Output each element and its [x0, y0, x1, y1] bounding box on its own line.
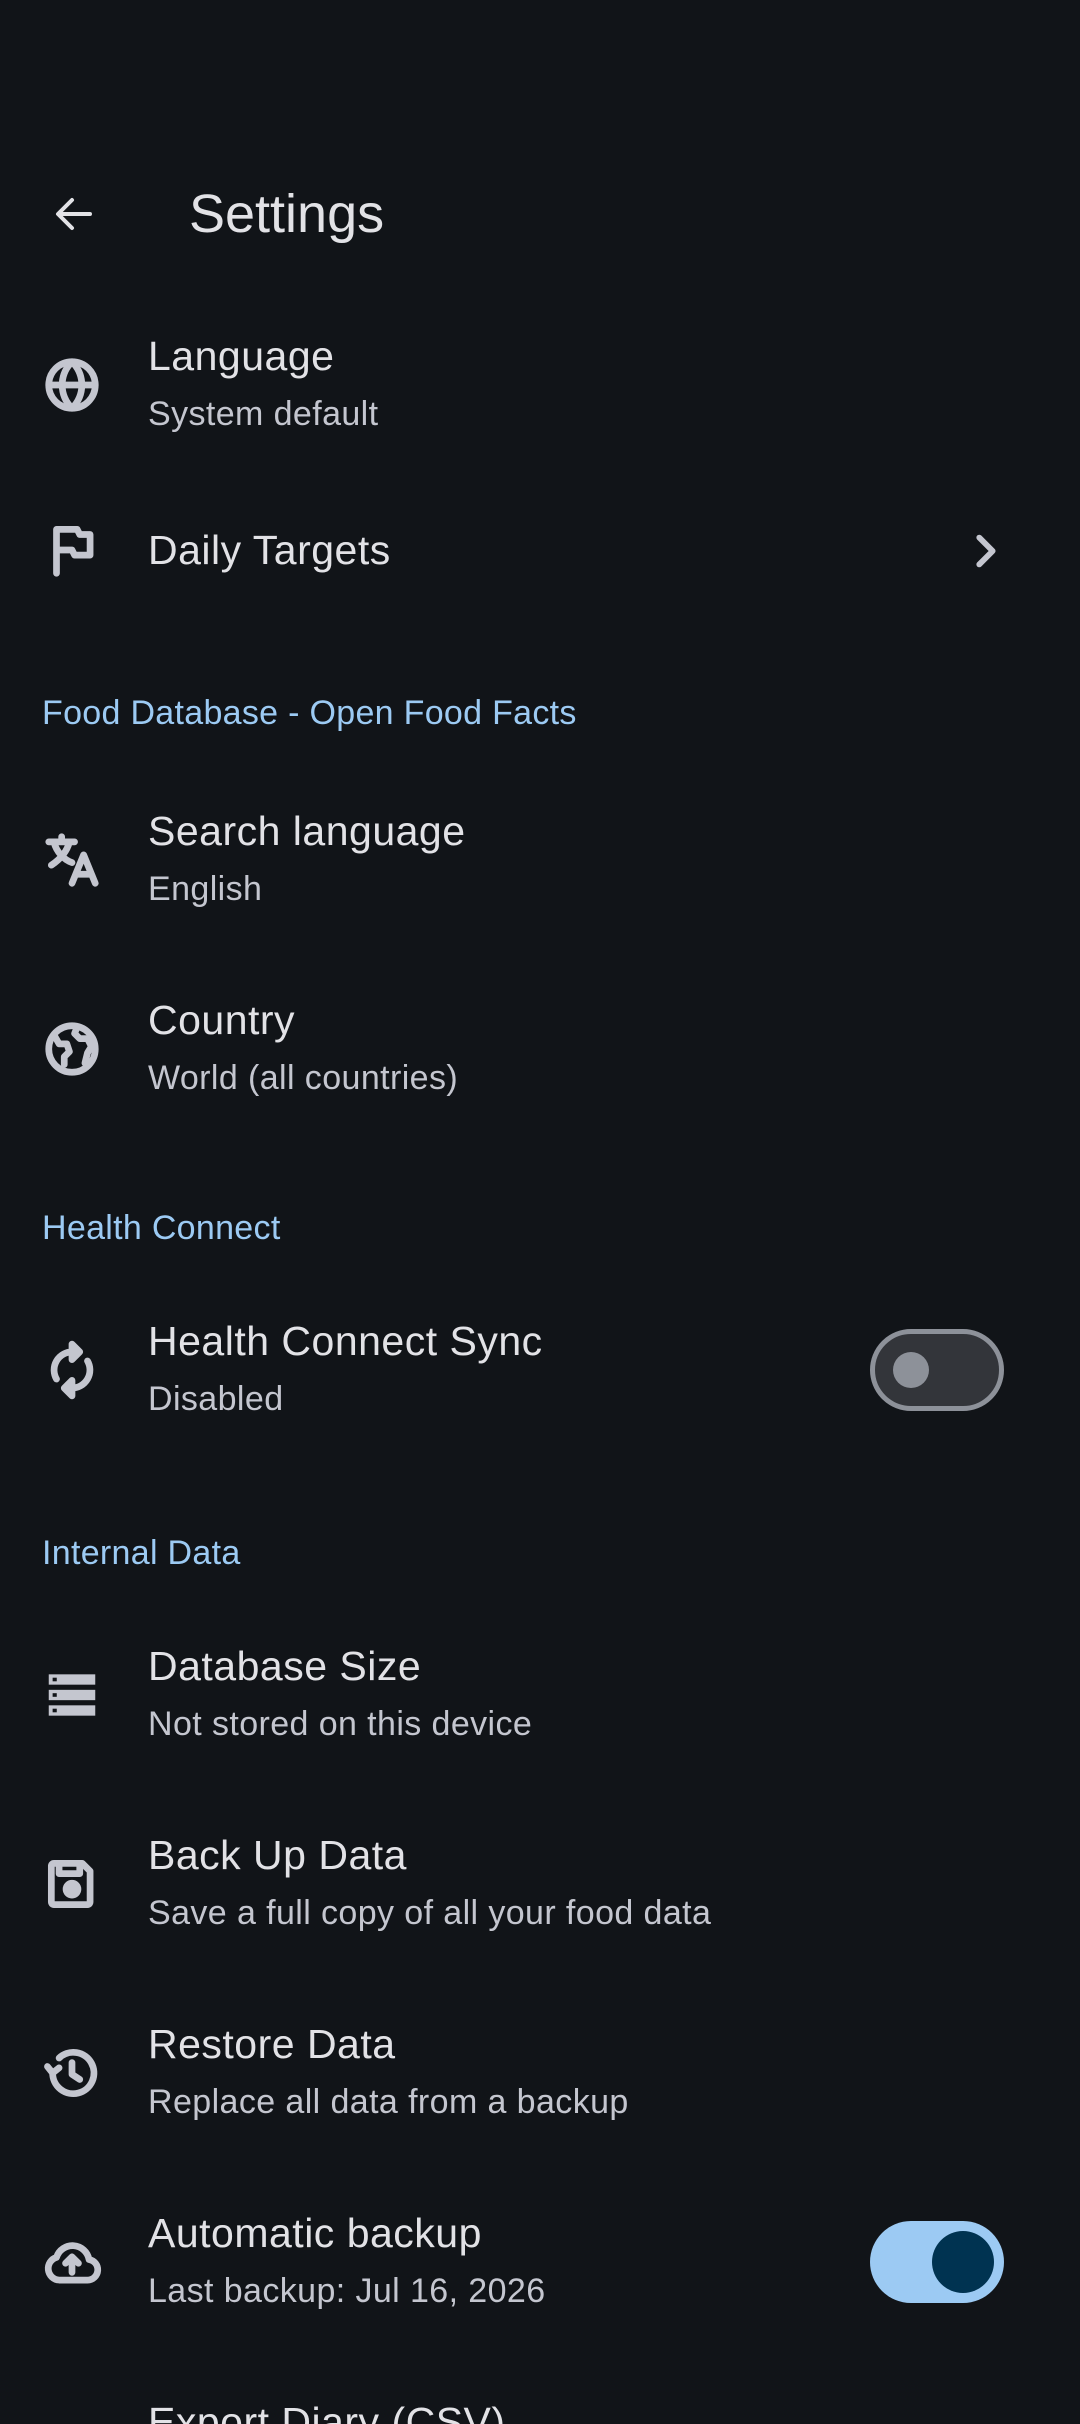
back-up-data-description: Save a full copy of all your food data	[148, 1894, 712, 1932]
daily-targets-title: Daily Targets	[148, 527, 391, 573]
country-setting[interactable]: Country World (all countries)	[0, 984, 1080, 1114]
flag-icon	[38, 516, 106, 584]
export-diary-setting[interactable]: Export Diary (CSV)	[0, 2386, 1080, 2424]
database-size-setting[interactable]: Database Size Not stored on this device	[0, 1630, 1080, 1760]
restore-data-title: Restore Data	[148, 2021, 396, 2067]
restore-data-description: Replace all data from a backup	[148, 2083, 629, 2121]
globe-icon	[38, 351, 106, 419]
back-up-data-setting[interactable]: Back Up Data Save a full copy of all you…	[0, 1819, 1080, 1949]
export-diary-title: Export Diary (CSV)	[148, 2399, 506, 2424]
toggle-thumb	[932, 2231, 994, 2293]
language-value: System default	[148, 395, 379, 433]
automatic-backup-setting[interactable]: Automatic backup Last backup: Jul 16, 20…	[0, 2197, 1080, 2327]
language-setting[interactable]: Language System default	[0, 320, 1080, 450]
cloud-upload-icon	[38, 2228, 106, 2296]
automatic-backup-toggle[interactable]	[870, 2221, 1004, 2303]
search-language-value: English	[148, 870, 263, 908]
chevron-right-icon	[955, 521, 1015, 581]
country-value: World (all countries)	[148, 1059, 459, 1097]
restore-data-setting[interactable]: Restore Data Replace all data from a bac…	[0, 2008, 1080, 2138]
search-language-setting[interactable]: Search language English	[0, 795, 1080, 925]
section-internal-data: Internal Data	[42, 1534, 241, 1572]
health-connect-sync-title: Health Connect Sync	[148, 1318, 543, 1364]
database-size-value: Not stored on this device	[148, 1705, 533, 1743]
restore-icon	[38, 2039, 106, 2107]
section-health-connect: Health Connect	[42, 1209, 281, 1247]
language-title: Language	[148, 333, 335, 379]
health-connect-sync-setting[interactable]: Health Connect Sync Disabled	[0, 1305, 1080, 1435]
health-connect-sync-status: Disabled	[148, 1380, 284, 1418]
translate-icon	[38, 826, 106, 894]
automatic-backup-title: Automatic backup	[148, 2210, 482, 2256]
sync-icon	[38, 1336, 106, 1404]
last-backup-value: Last backup: Jul 16, 2026	[148, 2272, 546, 2310]
arrow-back-icon	[56, 198, 92, 230]
section-food-database: Food Database - Open Food Facts	[42, 694, 577, 732]
storage-icon	[38, 1661, 106, 1729]
public-globe-icon	[38, 1015, 106, 1083]
save-icon	[38, 1850, 106, 1918]
country-title: Country	[148, 997, 296, 1043]
page-title: Settings	[189, 184, 385, 244]
database-size-title: Database Size	[148, 1643, 422, 1689]
daily-targets-setting[interactable]: Daily Targets	[0, 500, 1080, 600]
search-language-title: Search language	[148, 808, 466, 854]
toggle-thumb	[893, 1352, 929, 1388]
back-up-data-title: Back Up Data	[148, 1832, 407, 1878]
back-button[interactable]	[40, 180, 108, 248]
health-connect-sync-toggle[interactable]	[870, 1329, 1004, 1411]
